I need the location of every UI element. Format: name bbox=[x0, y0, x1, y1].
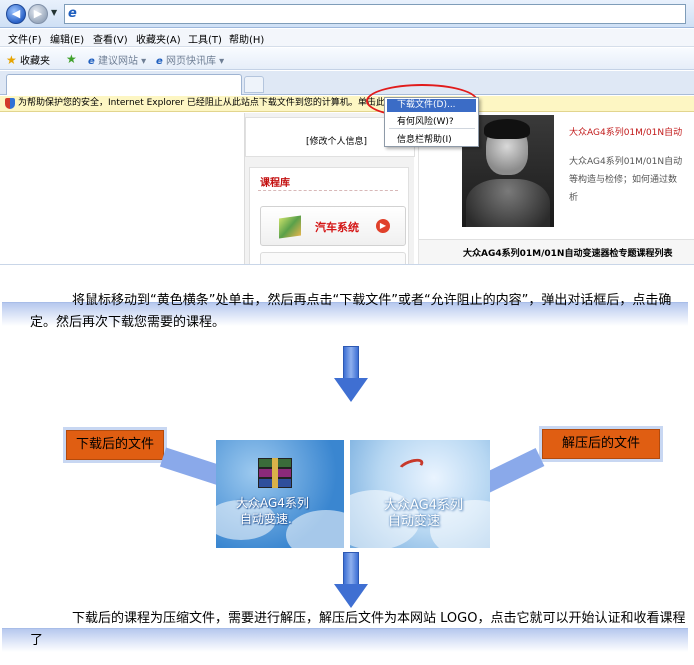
menu-tools[interactable]: 工具(T) bbox=[188, 31, 222, 46]
menu-bar: 文件(F) 编辑(E) 查看(V) 收藏夹(A) 工具(T) 帮助(H) bbox=[0, 29, 694, 47]
course-library-box: 课程库 汽车系统 ▶ bbox=[249, 167, 409, 264]
car-system-button[interactable]: 汽车系统 ▶ bbox=[260, 206, 406, 246]
address-bar: ◀ ▶ ▼ e bbox=[0, 0, 694, 28]
downloaded-file-thumbnail[interactable]: 大众AG4系列 自动变速. bbox=[216, 440, 344, 548]
arrow-shaft bbox=[343, 346, 359, 380]
course-category-button[interactable] bbox=[260, 252, 406, 264]
downloaded-file-label: 下载后的文件 bbox=[66, 430, 164, 460]
course-desc-line: 大众AG4系列01M/01N自动 bbox=[569, 157, 683, 167]
step1-text: 将鼠标移动到“黄色横条”处单击，然后再点击“下载文件”或者“允许阻止的内容”，弹… bbox=[30, 293, 672, 330]
course-library-heading: 课程库 bbox=[260, 178, 290, 189]
instruction-step-2: 下载后的课程为压缩文件，需要进行解压，解压后文件为本网站 LOGO，点击它就可以… bbox=[0, 608, 690, 658]
menu-help[interactable]: 帮助(H) bbox=[229, 31, 264, 46]
course-desc-line: 等构造与检修；如何通过数 bbox=[569, 175, 678, 185]
thumbnail-caption: 大众AG4系列 bbox=[236, 496, 309, 510]
new-tab-button[interactable] bbox=[244, 76, 264, 93]
thumbnail-caption: 自动变速. bbox=[240, 512, 292, 526]
favorites-bar: ★ 收藏夹 ★ e 建议网站 ▾ e 网页快讯库 ▾ bbox=[0, 48, 694, 70]
forward-button[interactable]: ▶ bbox=[28, 4, 48, 24]
web-page: [修改个人信息] 课程库 汽车系统 ▶ 大众AG4系列01M/01N自动 大众A… bbox=[0, 113, 694, 264]
extracted-file-thumbnail[interactable]: 大众AG4系列 自动变速 bbox=[350, 440, 490, 548]
infobar-text: 为帮助保护您的安全，Internet Explorer 已经阻止从此站点下载文件… bbox=[18, 98, 385, 108]
course-list-header: 大众AG4系列01M/01N自动变速器检专题课程列表 bbox=[419, 239, 694, 264]
star-icon: ★ bbox=[6, 53, 17, 67]
download-file-menu-item[interactable]: 下载文件(D)... bbox=[387, 99, 476, 112]
what-is-risk-menu-item[interactable]: 有何风险(W)? bbox=[397, 114, 454, 127]
down-arrow-icon bbox=[334, 346, 368, 404]
tab-strip bbox=[0, 71, 694, 95]
infobar-context-menu: 下载文件(D)... 有何风险(W)? 信息栏帮助(I) bbox=[384, 97, 479, 147]
address-input[interactable]: e bbox=[64, 4, 686, 24]
web-slice-gallery-link[interactable]: e 网页快讯库 ▾ bbox=[156, 52, 224, 69]
edit-profile-link[interactable]: [修改个人信息] bbox=[306, 134, 367, 147]
arrow-right-icon: ▶ bbox=[376, 219, 390, 233]
instruction-text: 将鼠标移动到“黄色横条”处单击，然后再点击“下载文件”或者“允许阻止的内容”，弹… bbox=[30, 290, 690, 334]
car-system-label: 汽车系统 bbox=[315, 221, 359, 234]
arrow-head bbox=[334, 584, 368, 608]
course-title-link[interactable]: 大众AG4系列01M/01N自动 bbox=[569, 125, 682, 138]
web-slice-gallery-label: 网页快讯库 ▾ bbox=[165, 56, 225, 67]
rar-strap bbox=[272, 458, 278, 488]
course-description: 大众AG4系列01M/01N自动 等构造与检修；如何通过数 析 bbox=[569, 153, 694, 207]
ie-page-icon: e bbox=[156, 56, 163, 67]
photo-body bbox=[466, 179, 550, 227]
menu-file[interactable]: 文件(F) bbox=[8, 31, 42, 46]
divider bbox=[258, 190, 398, 191]
site-logo-icon bbox=[396, 455, 426, 477]
photo-hair bbox=[484, 119, 530, 139]
instruction-step-1: 将鼠标移动到“黄色横条”处单击，然后再点击“下载文件”或者“允许阻止的内容”，弹… bbox=[0, 290, 690, 340]
winrar-archive-icon bbox=[258, 458, 292, 488]
course-desc-line: 析 bbox=[569, 193, 579, 203]
history-dropdown-icon[interactable]: ▼ bbox=[51, 8, 57, 17]
arrow-shaft bbox=[343, 552, 359, 586]
favorites-label: 收藏夹 bbox=[19, 56, 50, 67]
shield-icon bbox=[5, 98, 15, 109]
back-button[interactable]: ◀ bbox=[6, 4, 26, 24]
ie-page-icon: e bbox=[68, 6, 77, 21]
cloud-shape bbox=[286, 510, 344, 548]
extracted-file-label: 解压后的文件 bbox=[542, 429, 660, 459]
tab-current[interactable] bbox=[6, 74, 242, 95]
add-favorite-button[interactable]: ★ bbox=[66, 52, 77, 66]
information-bar[interactable]: 为帮助保护您的安全，Internet Explorer 已经阻止从此站点下载文件… bbox=[0, 96, 694, 112]
cube-icon bbox=[279, 215, 301, 239]
down-arrow-icon bbox=[334, 552, 368, 610]
menu-edit[interactable]: 编辑(E) bbox=[50, 31, 84, 46]
left-blank-area bbox=[0, 113, 240, 264]
menu-view[interactable]: 查看(V) bbox=[93, 31, 128, 46]
arrow-head bbox=[334, 378, 368, 402]
suggested-sites-label: 建议网站 ▾ bbox=[97, 56, 147, 67]
course-list-title: 大众AG4系列01M/01N自动变速器检专题课程列表 bbox=[463, 249, 673, 259]
thumbnail-caption: 大众AG4系列 bbox=[384, 498, 464, 513]
suggested-sites-link[interactable]: e 建议网站 ▾ bbox=[88, 52, 146, 69]
thumbnail-caption: 自动变速 bbox=[388, 514, 441, 529]
instruction-text: 下载后的课程为压缩文件，需要进行解压，解压后文件为本网站 LOGO，点击它就可以… bbox=[30, 608, 690, 652]
step2-text: 下载后的课程为压缩文件，需要进行解压，解压后文件为本网站 LOGO，点击它就可以… bbox=[30, 611, 686, 648]
menu-favorites[interactable]: 收藏夹(A) bbox=[136, 31, 181, 46]
menu-separator bbox=[389, 128, 475, 129]
infobar-help-menu-item[interactable]: 信息栏帮助(I) bbox=[397, 132, 452, 145]
ie-page-icon: e bbox=[88, 56, 95, 67]
add-favorite-icon: ★ bbox=[66, 52, 77, 66]
browser-screenshot: ◀ ▶ ▼ e 文件(F) 编辑(E) 查看(V) 收藏夹(A) 工具(T) 帮… bbox=[0, 0, 694, 265]
favorites-button[interactable]: ★ 收藏夹 bbox=[6, 52, 50, 67]
